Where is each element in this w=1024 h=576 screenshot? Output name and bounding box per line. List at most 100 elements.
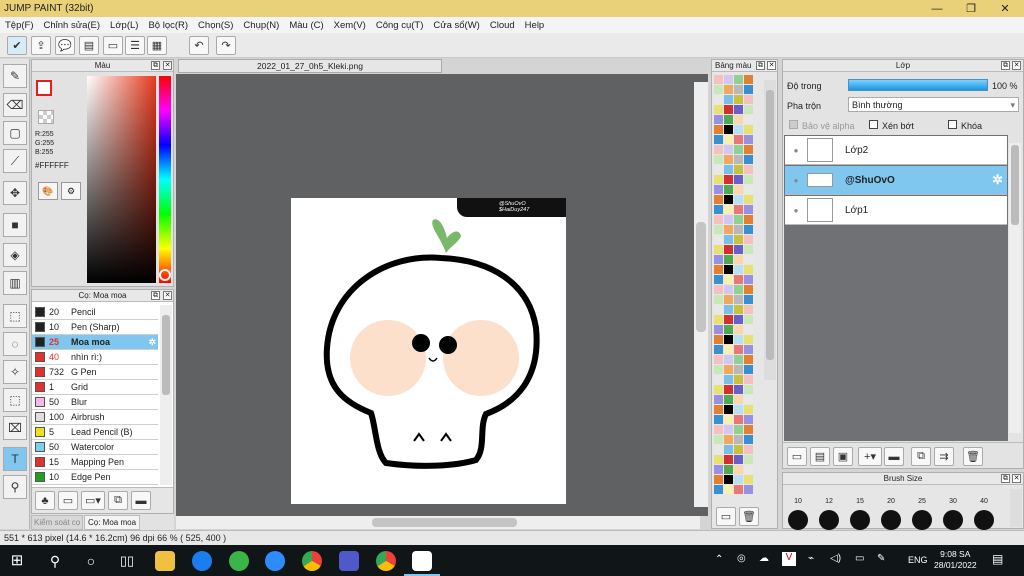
palette-swatch[interactable] [714,195,723,204]
palette-swatch[interactable] [744,245,753,254]
palette-swatch[interactable] [744,355,753,364]
pen-icon[interactable]: ✎ [877,553,885,564]
palette-swatch[interactable] [714,75,723,84]
vietkey-icon[interactable]: V [782,552,796,566]
palette-swatch[interactable] [734,305,743,314]
tab-brush[interactable]: Cọ: Moa moa [84,515,141,530]
canvas-horizontal-scrollbar[interactable] [176,516,700,529]
lasso-tool-icon[interactable]: ◌ [3,332,27,356]
palette-swatch[interactable] [734,265,743,274]
palette-swatch[interactable] [734,215,743,224]
palette-swatch[interactable] [724,305,733,314]
palette-swatch[interactable] [714,115,723,124]
eye-icon[interactable]: ● [785,146,807,155]
palette-swatch[interactable] [734,255,743,264]
palette-swatch[interactable] [744,115,753,124]
palette-swatch[interactable] [724,455,733,464]
shape-fill-icon[interactable]: ■ [3,213,27,237]
gradient-tool-icon[interactable]: ▥ [3,271,27,295]
palette-swatch[interactable] [744,475,753,484]
menu-capture[interactable]: Chụp(N) [238,20,284,31]
palette-swatch[interactable] [714,125,723,134]
palette-swatch[interactable] [714,285,723,294]
menu-cloud[interactable]: Cloud [485,20,520,31]
palette-swatch[interactable] [744,85,753,94]
brush-item[interactable]: 40 nhìn rì:) [32,350,158,365]
close-panel-icon[interactable]: ✕ [163,61,172,70]
palette-swatch[interactable] [714,215,723,224]
palette-swatch[interactable] [724,295,733,304]
export-icon[interactable]: ⇪ [31,36,51,55]
start-icon[interactable]: ⊞ [7,551,27,571]
palette-swatch[interactable] [744,385,753,394]
palette-swatch[interactable] [734,245,743,254]
palette-swatch[interactable] [724,395,733,404]
palette-swatch[interactable] [744,315,753,324]
gear-icon[interactable]: ✲ [992,172,1003,188]
palette-swatch[interactable] [724,375,733,384]
palette-swatch[interactable] [724,115,733,124]
zoom-icon[interactable] [265,551,285,571]
folder-icon[interactable]: ▬ [884,447,904,466]
brush-menu-icon[interactable]: ▭▾ [81,491,105,510]
palette-swatch[interactable] [714,265,723,274]
document-icon[interactable]: ▭ [103,36,123,55]
palette-swatch[interactable] [744,135,753,144]
palette-swatch[interactable] [734,445,743,454]
palette-swatch[interactable] [714,455,723,464]
undo-icon[interactable]: ↶ [189,36,209,55]
tab-brush-control[interactable]: Kiểm soát cọ [31,515,84,530]
palette-swatch[interactable] [724,445,733,454]
palette-swatch[interactable] [724,265,733,274]
hue-slider[interactable] [159,76,171,283]
palette-swatch[interactable] [734,425,743,434]
volume-icon[interactable]: ◁) [830,553,841,564]
float-icon[interactable]: ⧉ [1001,61,1010,70]
merge-layer-icon[interactable]: ⇉ [934,447,954,466]
jump-paint-icon[interactable] [412,551,432,571]
minimize-button[interactable]: — [920,0,954,17]
palette-swatch[interactable] [744,215,753,224]
palette-swatch[interactable] [734,325,743,334]
redo-icon[interactable]: ↷ [216,36,236,55]
palette-swatch[interactable] [734,145,743,154]
palette-swatch[interactable] [714,155,723,164]
palette-swatch[interactable] [714,435,723,444]
brush-item[interactable]: 1 Grid [32,380,158,395]
brush-item-selected[interactable]: 25 Moa moa ✲ [32,335,158,350]
task-view-icon[interactable]: ▯▯ [117,551,137,571]
palette-swatch[interactable] [724,355,733,364]
palette-swatch[interactable] [714,305,723,314]
clock[interactable]: 9:08 SA 28/01/2022 [934,549,977,571]
canvas-vertical-scrollbar[interactable] [694,82,708,507]
brush-size-dot[interactable] [819,510,839,530]
palette-swatch[interactable] [734,175,743,184]
zalo-icon[interactable] [192,551,212,571]
drawing-canvas[interactable]: @ShuOvO $HaiDuy247 [291,198,566,504]
palette-swatch[interactable] [744,415,753,424]
palette-swatch[interactable] [734,285,743,294]
meet-icon[interactable]: ◎ [737,553,746,564]
palette-swatch[interactable] [724,325,733,334]
palette-swatch[interactable] [744,95,753,104]
palette-swatch[interactable] [744,465,753,474]
menu-color[interactable]: Màu (C) [284,20,328,31]
cloud-check-icon[interactable]: ✔ [7,36,27,55]
palette-swatch[interactable] [714,475,723,484]
palette-swatch[interactable] [734,435,743,444]
palette-swatch[interactable] [724,345,733,354]
palette-swatch[interactable] [734,85,743,94]
battery-icon[interactable]: ▭ [855,553,864,564]
move-tool-icon[interactable]: ✥ [3,181,27,205]
palette-swatch[interactable] [744,185,753,194]
palette-swatch[interactable] [744,165,753,174]
palette-swatch[interactable] [714,205,723,214]
palette-swatch[interactable] [734,115,743,124]
palette-swatch[interactable] [714,295,723,304]
palette-swatch[interactable] [724,255,733,264]
palette-swatch[interactable] [744,285,753,294]
palette-swatch[interactable] [724,405,733,414]
chrome-icon[interactable] [302,551,322,571]
palette-swatch[interactable] [724,235,733,244]
menu-layer[interactable]: Lớp(L) [105,20,143,31]
